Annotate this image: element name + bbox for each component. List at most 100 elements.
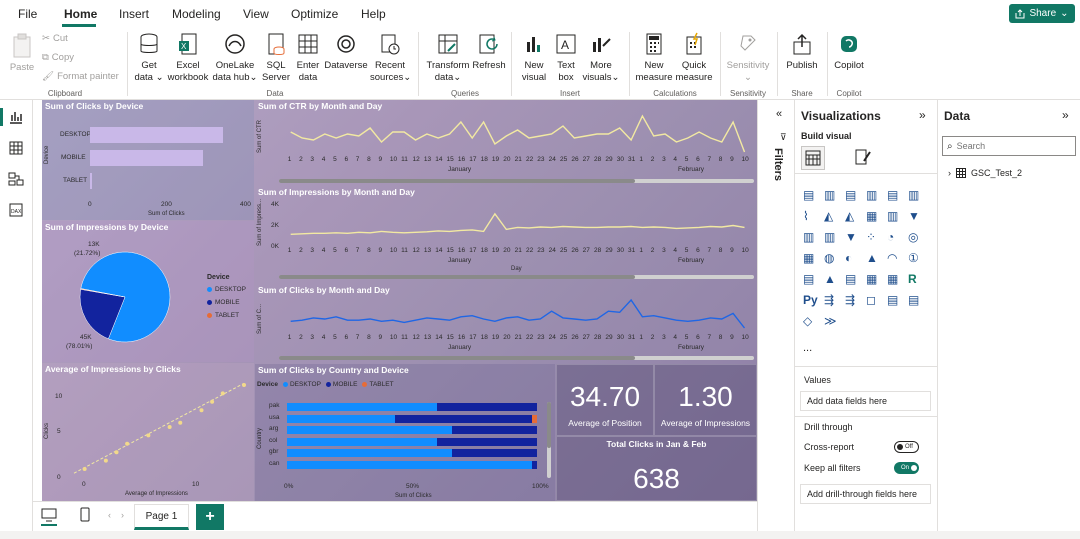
add-page-button[interactable]: + bbox=[196, 504, 224, 530]
bar-segment-desktop[interactable] bbox=[287, 449, 452, 457]
key-influencers-icon[interactable]: ⇶ bbox=[824, 293, 838, 307]
waterfall-icon[interactable]: ▥ bbox=[887, 209, 901, 223]
mobile-layout-icon[interactable] bbox=[80, 507, 90, 522]
bar-segment-desktop[interactable] bbox=[287, 403, 437, 411]
bar-segment-mobile[interactable] bbox=[452, 449, 537, 457]
legend-item-mobile[interactable]: MOBILE bbox=[207, 299, 240, 306]
stacked-bar-icon[interactable]: ▤ bbox=[803, 188, 817, 202]
visual-clicks-by-country[interactable]: Sum of Clicks by Country and Device Devi… bbox=[255, 364, 555, 501]
line-icon[interactable]: ⌇ bbox=[803, 209, 817, 223]
sql-server-button[interactable]: SQL Server bbox=[261, 32, 291, 84]
visual-clicks-by-device[interactable]: Sum of Clicks by Device Device DESKTOP M… bbox=[42, 100, 254, 220]
collapse-chevron-icon[interactable]: « bbox=[776, 108, 782, 120]
line-chart-ctr[interactable] bbox=[285, 114, 750, 154]
new-measure-button[interactable]: New measure bbox=[634, 32, 674, 84]
card-icon[interactable]: ① bbox=[908, 251, 922, 265]
legend-item-desktop[interactable]: DESKTOP bbox=[207, 286, 246, 293]
scrollbar-thumb[interactable] bbox=[279, 179, 636, 183]
map-icon[interactable]: ◍ bbox=[824, 251, 838, 265]
scatter-point[interactable] bbox=[210, 399, 215, 404]
horizontal-scrollbar[interactable] bbox=[279, 356, 754, 360]
scatter-icon[interactable]: ⁘ bbox=[866, 230, 880, 244]
card-average-impressions[interactable]: 1.30 Average of Impressions bbox=[654, 364, 757, 436]
clustered-column-icon[interactable]: ▥ bbox=[866, 188, 880, 202]
filled-map-icon[interactable]: ◐ bbox=[845, 251, 859, 265]
card-total-clicks[interactable]: Total Clicks in Jan & Feb 638 bbox=[556, 436, 757, 501]
series-line[interactable] bbox=[290, 212, 745, 235]
scatter-point[interactable] bbox=[199, 408, 204, 413]
visual-impressions-by-month[interactable]: Sum of Impressions by Month and Day Sum … bbox=[255, 186, 757, 284]
menu-optimize[interactable]: Optimize bbox=[291, 7, 338, 21]
visual-impressions-by-device[interactable]: Sum of Impressions by Device 13K (21.72%… bbox=[42, 221, 254, 362]
legend-item-mobile[interactable]: MOBILE bbox=[325, 381, 357, 388]
format-visual-tab[interactable] bbox=[854, 147, 874, 169]
scatter-plot[interactable] bbox=[66, 377, 252, 483]
slicer-icon[interactable]: ▤ bbox=[845, 272, 859, 286]
table-item-gsc-test-2[interactable]: › GSC_Test_2 bbox=[948, 168, 1022, 178]
card-average-position[interactable]: 34.70 Average of Position bbox=[556, 364, 654, 436]
menu-help[interactable]: Help bbox=[361, 7, 386, 21]
pie-icon[interactable]: ◔ bbox=[887, 230, 901, 244]
scatter-point[interactable] bbox=[146, 433, 151, 438]
vertical-scrollbar[interactable] bbox=[547, 402, 551, 478]
scatter-point[interactable] bbox=[242, 383, 246, 387]
bar-segment-mobile[interactable] bbox=[437, 437, 537, 446]
more-visuals-button[interactable]: More visuals⌄ bbox=[582, 32, 620, 84]
bar-segment-desktop[interactable] bbox=[287, 437, 437, 446]
values-drop-zone[interactable]: Add data fields here bbox=[800, 391, 931, 411]
share-button[interactable]: Share ⌄ bbox=[1009, 4, 1075, 23]
transform-data-button[interactable]: Transform data⌄ bbox=[426, 32, 470, 84]
line-clustered-icon[interactable]: ▥ bbox=[824, 230, 838, 244]
table-view-icon[interactable] bbox=[8, 140, 24, 156]
clustered-bar-icon[interactable]: ▤ bbox=[845, 188, 859, 202]
more-visuals-ellipsis[interactable]: ... bbox=[803, 342, 812, 354]
area-icon[interactable]: ◭ bbox=[824, 209, 838, 223]
bar-segment-mobile[interactable] bbox=[452, 426, 537, 434]
paginated-icon[interactable]: ▤ bbox=[908, 293, 922, 307]
desktop-layout-icon[interactable] bbox=[41, 508, 57, 522]
enter-data-button[interactable]: Enter data bbox=[293, 32, 323, 84]
menu-view[interactable]: View bbox=[243, 7, 269, 21]
dax-query-view-icon[interactable]: DAX bbox=[8, 202, 24, 218]
get-data-button[interactable]: Get data ⌄ bbox=[133, 32, 165, 84]
series-line[interactable] bbox=[290, 114, 746, 153]
legend-item-tablet[interactable]: TABLET bbox=[362, 381, 394, 388]
100-column-icon[interactable]: ▥ bbox=[908, 188, 922, 202]
scrollbar-thumb[interactable] bbox=[547, 402, 551, 448]
copy-button[interactable]: ⧉ Copy bbox=[42, 52, 74, 63]
quick-measure-button[interactable]: Quick measure bbox=[675, 32, 713, 84]
onelake-data-hub-button[interactable]: OneLake data hub⌄ bbox=[212, 32, 258, 84]
search-box[interactable]: ⌕ bbox=[942, 136, 1076, 156]
search-input[interactable] bbox=[956, 141, 1057, 151]
power-automate-icon[interactable]: ≫ bbox=[824, 314, 838, 328]
menu-insert[interactable]: Insert bbox=[119, 7, 149, 21]
line-chart-clicks[interactable] bbox=[285, 298, 750, 330]
stacked-column-icon[interactable]: ▥ bbox=[824, 188, 838, 202]
decomposition-tree-icon[interactable]: ⇶ bbox=[845, 293, 859, 307]
bar-segment-desktop[interactable] bbox=[287, 426, 452, 434]
publish-button[interactable]: Publish bbox=[782, 32, 822, 72]
qa-icon[interactable]: ◻ bbox=[866, 293, 880, 307]
build-visual-tab[interactable] bbox=[801, 146, 825, 170]
scatter-point[interactable] bbox=[114, 450, 119, 455]
recent-sources-button[interactable]: Recent sources⌄ bbox=[370, 32, 411, 84]
bar-segment-tablet[interactable] bbox=[532, 414, 537, 423]
scrollbar-thumb[interactable] bbox=[279, 275, 636, 279]
line-chart-impressions[interactable] bbox=[285, 204, 750, 247]
excel-workbook-button[interactable]: X Excel workbook bbox=[166, 32, 210, 84]
filters-pane[interactable]: « ⊽ Filters bbox=[757, 100, 795, 531]
visual-avg-impressions-by-clicks[interactable]: Average of Impressions by Clicks Clicks … bbox=[42, 363, 254, 501]
scatter-point[interactable] bbox=[220, 391, 225, 396]
matrix-icon[interactable]: ▦ bbox=[887, 272, 901, 286]
scatter-point[interactable] bbox=[178, 420, 183, 425]
treemap-icon[interactable]: ▦ bbox=[803, 251, 817, 265]
kpi-icon[interactable]: ▲ bbox=[824, 272, 838, 286]
expand-chevron-icon[interactable]: » bbox=[1062, 108, 1069, 122]
drill-through-drop-zone[interactable]: Add drill-through fields here bbox=[800, 484, 931, 504]
new-visual-button[interactable]: New visual bbox=[518, 32, 550, 84]
azure-map-icon[interactable]: ▲ bbox=[866, 251, 880, 265]
format-painter-button[interactable]: 🖌 Format painter bbox=[42, 71, 119, 82]
line-column-icon[interactable]: ▥ bbox=[803, 230, 817, 244]
stacked-area-icon[interactable]: ◭ bbox=[845, 209, 859, 223]
multi-row-card-icon[interactable]: ▤ bbox=[803, 272, 817, 286]
